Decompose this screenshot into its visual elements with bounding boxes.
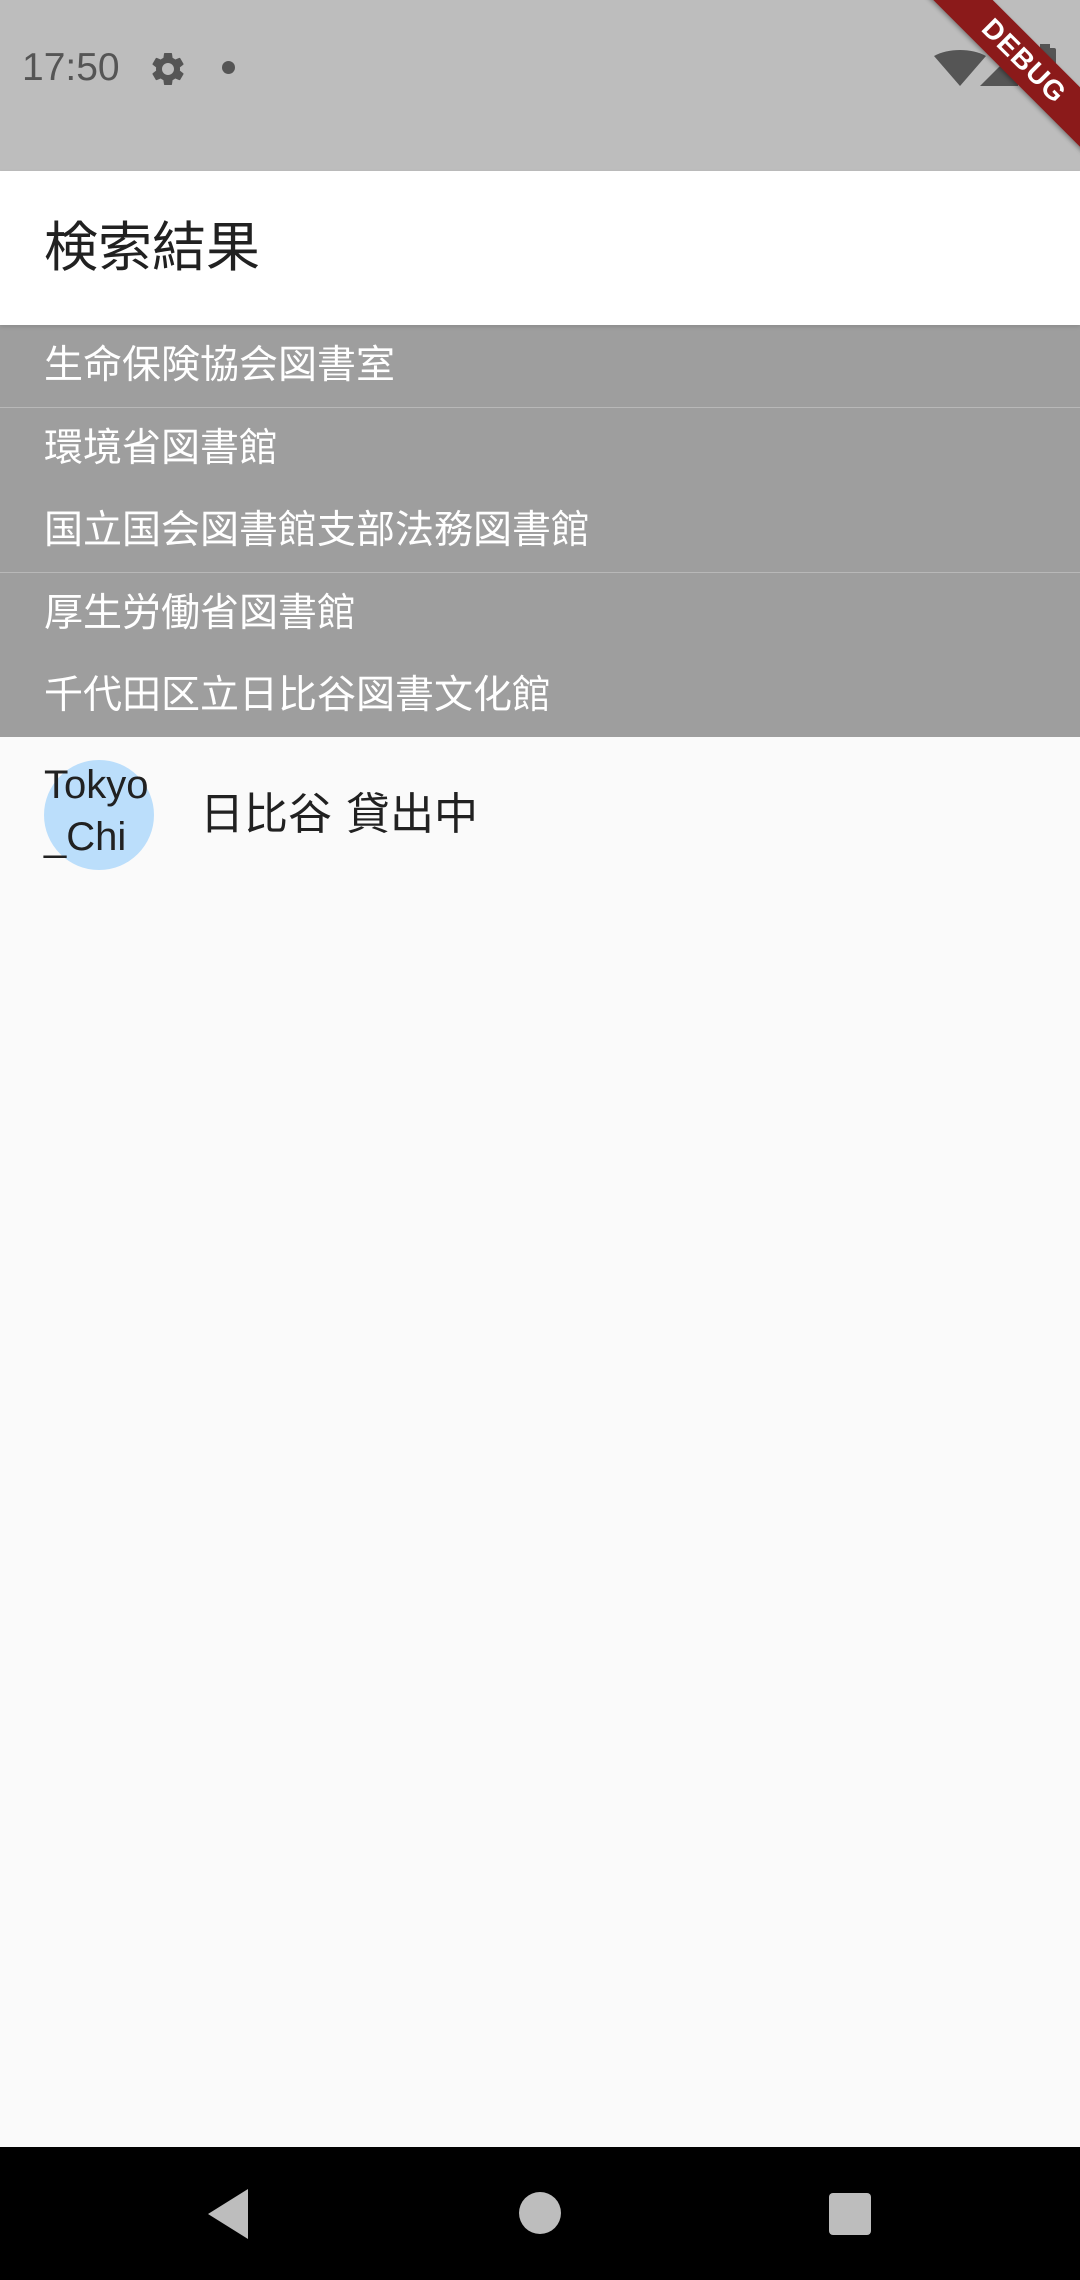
gear-icon (152, 52, 184, 85)
result-list: 生命保険協会図書室 環境省図書館 国立国会図書館支部法務図書館 厚生労働省図書館… (0, 325, 1080, 737)
result-item[interactable]: 生命保険協会図書室 (0, 325, 1080, 407)
status-time: 17:50 (22, 46, 120, 89)
app-bar: 検索結果 (0, 171, 1080, 325)
lending-status-text: 日比谷 貸出中 (200, 789, 478, 840)
signal-icon (980, 48, 1018, 86)
result-item[interactable]: 千代田区立日比谷図書文化館 (0, 655, 1080, 737)
result-item[interactable]: 国立国会図書館支部法務図書館 (0, 490, 1080, 572)
notification-dot-icon (222, 61, 235, 74)
page-title: 検索結果 (44, 216, 260, 279)
wifi-icon (934, 50, 986, 86)
result-item[interactable]: 環境省図書館 (0, 408, 1080, 490)
back-icon[interactable] (204, 2187, 254, 2241)
result-item[interactable]: 厚生労働省図書館 (0, 573, 1080, 655)
navigation-bar (0, 2147, 1080, 2280)
status-bar: 17:50 DEBUG (0, 0, 1080, 171)
battery-icon (1034, 44, 1056, 86)
avatar-label: Tokyo_Chi (44, 763, 149, 859)
library-detail-row[interactable]: Tokyo_Chi 日比谷 貸出中 (0, 737, 1080, 899)
app-screen: 17:50 DEBUG 検索結果 生命保険協会図書室 環境省図書館 国立国会図書… (0, 0, 1080, 2280)
recents-icon[interactable] (829, 2193, 871, 2235)
home-icon[interactable] (519, 2192, 561, 2234)
